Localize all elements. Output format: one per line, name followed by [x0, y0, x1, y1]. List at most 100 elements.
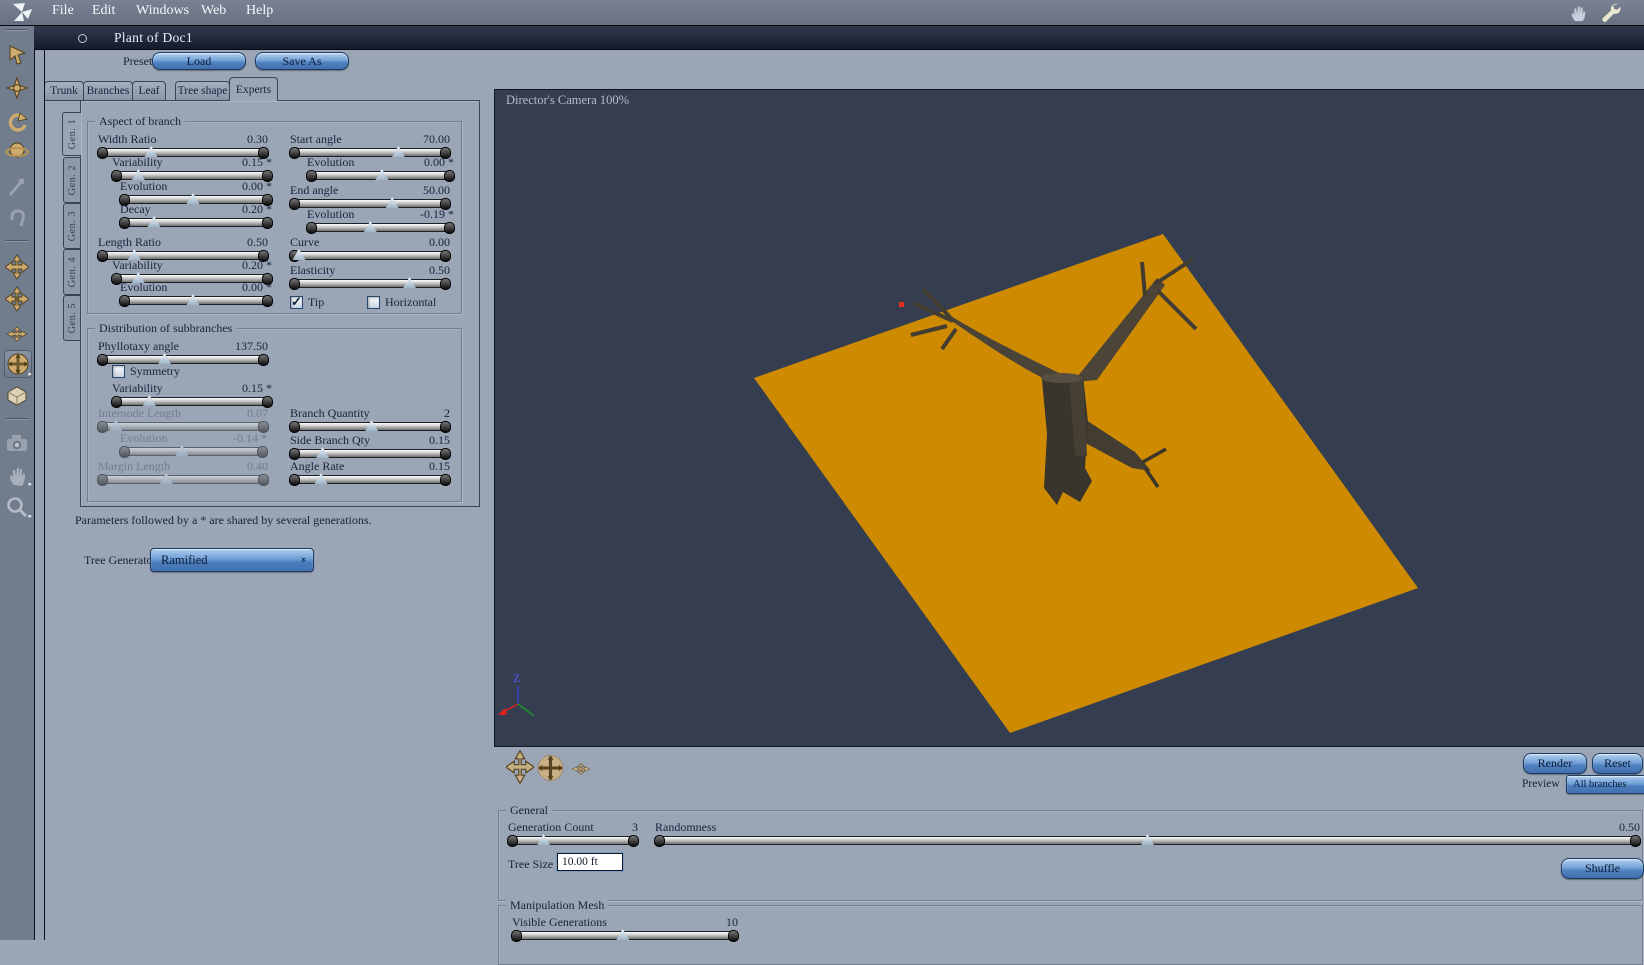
slider-thumb[interactable]: [385, 197, 399, 208]
hand-icon[interactable]: [1568, 3, 1588, 28]
tree-size-input[interactable]: [556, 852, 624, 872]
menu-file[interactable]: File: [52, 3, 74, 19]
checkbox-horizontal[interactable]: Horizontal: [367, 295, 436, 310]
fieldset-legend: Distribution of subbranches: [95, 321, 237, 336]
checkbox-box[interactable]: [367, 296, 380, 309]
slider-track[interactable]: [306, 221, 455, 234]
slider-label: Decay: [120, 202, 151, 216]
gen-tab-1[interactable]: Gen. 1: [62, 112, 81, 156]
preset-save-as-button[interactable]: Save As: [255, 52, 349, 70]
pan-tool-icon[interactable]: [504, 749, 536, 789]
slider-label: Length Ratio: [98, 235, 161, 249]
slider-thumb[interactable]: [158, 353, 172, 364]
slider-thumb[interactable]: [365, 420, 379, 431]
slider-thumb[interactable]: [1141, 834, 1154, 845]
slider-value: 3: [632, 820, 638, 834]
slider-value: 0.15 *: [242, 381, 272, 395]
translate-xy-tool-icon[interactable]: [4, 254, 30, 280]
zoom-tool-icon[interactable]: ▸: [4, 494, 32, 520]
shuffle-button[interactable]: Shuffle: [1561, 858, 1644, 879]
gen-tab-4[interactable]: Gen. 4: [63, 249, 80, 295]
menu-edit[interactable]: Edit: [92, 3, 115, 19]
slider-thumb[interactable]: [186, 294, 200, 305]
slider-thumb: [175, 445, 189, 456]
slider-track[interactable]: [289, 473, 451, 486]
checkbox-symmetry[interactable]: Symmetry: [112, 364, 180, 379]
slider-track[interactable]: [119, 216, 273, 229]
tab-experts[interactable]: Experts: [229, 77, 278, 101]
slider-track[interactable]: [654, 834, 1641, 847]
slider-width-variability: Variability 0.15 *: [111, 155, 273, 182]
slider-track[interactable]: [97, 353, 269, 366]
slider-thumb[interactable]: [142, 395, 156, 406]
slider-label: Variability: [112, 258, 163, 272]
tab-leaf[interactable]: Leaf: [132, 81, 166, 101]
gen-tab-3[interactable]: Gen. 3: [63, 203, 80, 249]
tab-tree-shape[interactable]: Tree shape: [175, 81, 230, 101]
slider-track[interactable]: [511, 929, 739, 942]
slider-track[interactable]: [119, 294, 273, 307]
camera-tool-icon[interactable]: [4, 430, 30, 456]
trackball-rotate-tool-icon[interactable]: ▸: [4, 350, 32, 378]
translate-plane-tool-icon[interactable]: [4, 321, 30, 347]
slider-track[interactable]: [306, 169, 455, 182]
slider-angle-rate: Angle Rate 0.15: [289, 460, 451, 486]
menu-windows[interactable]: Windows: [136, 3, 189, 19]
slider-thumb[interactable]: [314, 473, 328, 484]
tree-generator-dropdown[interactable]: Ramified «: [150, 548, 314, 572]
slider-label: Variability: [112, 155, 163, 169]
reset-button[interactable]: Reset: [1592, 753, 1643, 774]
slider-track[interactable]: [289, 249, 451, 262]
slider-track[interactable]: [289, 420, 451, 433]
wrench-icon[interactable]: [1598, 1, 1622, 30]
checkbox-tip[interactable]: Tip: [290, 294, 324, 310]
slider-thumb[interactable]: [375, 169, 389, 180]
selection-marker: [899, 302, 904, 307]
slider-thumb[interactable]: [363, 221, 377, 232]
3d-scene[interactable]: Z: [495, 90, 1644, 746]
preset-load-button[interactable]: Load: [152, 52, 246, 70]
link-clip-tool-icon[interactable]: [4, 204, 30, 230]
collapse-circle-icon[interactable]: [78, 34, 87, 43]
tab-trunk[interactable]: Trunk: [44, 81, 84, 101]
select-arrow-tool-icon[interactable]: [4, 42, 30, 68]
gen-tab-5[interactable]: Gen. 5: [63, 295, 80, 341]
fieldset-legend: General: [506, 803, 552, 818]
slider-track[interactable]: [289, 277, 451, 290]
rotate-tool-icon[interactable]: [4, 110, 30, 136]
slider-thumb[interactable]: [537, 834, 551, 845]
slider-track[interactable]: [111, 395, 273, 408]
slider-track[interactable]: [507, 834, 639, 847]
slider-thumb: [109, 420, 123, 431]
tab-branches[interactable]: Branches: [83, 81, 133, 101]
working-box-tool-icon[interactable]: [4, 383, 30, 409]
trackball-tool-icon[interactable]: [537, 753, 564, 788]
checkbox-box[interactable]: [112, 365, 125, 378]
slider-thumb[interactable]: [147, 216, 161, 227]
slider-label: Phyllotaxy angle: [98, 339, 179, 353]
slider-thumb[interactable]: [616, 929, 630, 940]
slider-value: 0.07: [247, 406, 268, 420]
hand-pan-tool-icon[interactable]: ▸: [4, 462, 32, 488]
3d-viewport[interactable]: Director's Camera 100% Z: [494, 89, 1644, 747]
preview-dropdown[interactable]: All branches «: [1566, 775, 1644, 794]
slider-thumb[interactable]: [403, 277, 416, 288]
eyedropper-tool-icon[interactable]: [4, 173, 30, 199]
translate-xz-tool-icon[interactable]: [4, 286, 30, 312]
move-dart-tool-icon[interactable]: [4, 75, 30, 101]
menu-web[interactable]: Web: [201, 3, 226, 19]
slider-value: 0.20 *: [242, 258, 272, 272]
scale-sphere-tool-icon[interactable]: [4, 138, 30, 164]
menu-help[interactable]: Help: [246, 3, 273, 19]
checkbox-box[interactable]: [290, 294, 303, 310]
slider-thumb[interactable]: [292, 249, 306, 260]
menu-bar: File Edit Windows Web Help: [0, 0, 1644, 26]
gen-tab-2[interactable]: Gen. 2: [63, 157, 80, 203]
slider-thumb[interactable]: [316, 447, 330, 458]
slider-internode-length: Internode Length 0.07: [97, 406, 269, 433]
render-button[interactable]: Render: [1523, 753, 1587, 774]
document-title-bar[interactable]: Plant of Doc1: [34, 26, 1644, 50]
plane-pan-tool-icon[interactable]: [568, 760, 594, 783]
slider-label: Generation Count: [508, 820, 594, 834]
slider-track[interactable]: [289, 447, 451, 460]
